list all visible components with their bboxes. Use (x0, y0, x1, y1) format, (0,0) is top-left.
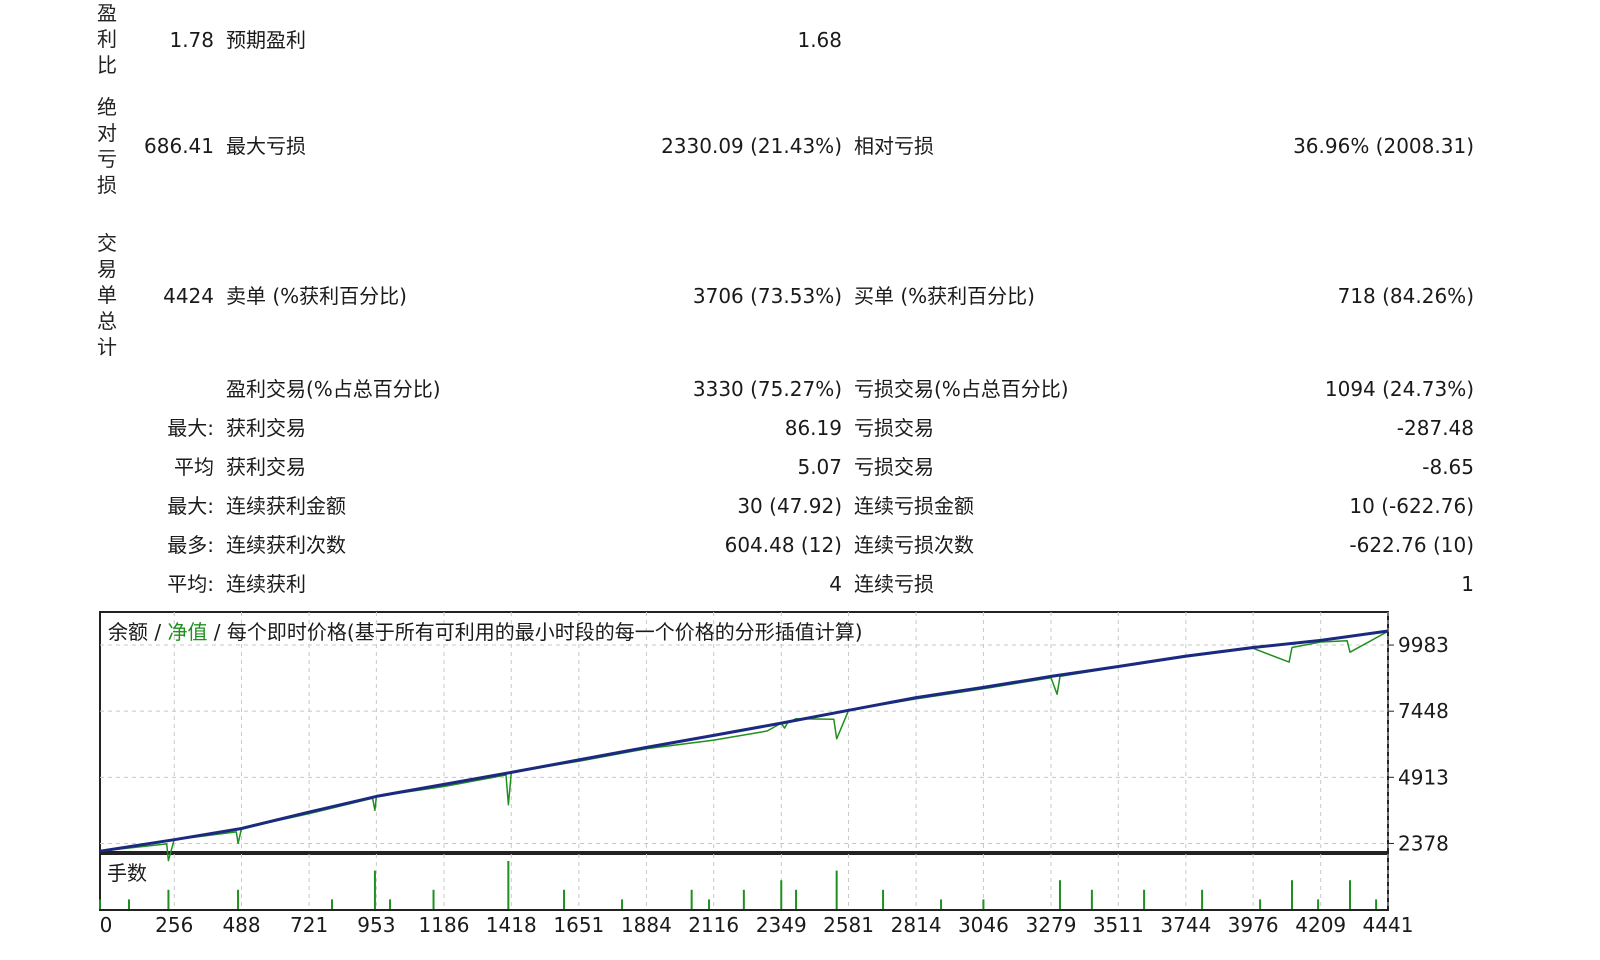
x-tick-label: 2814 (891, 913, 942, 937)
x-tick-label: 4209 (1295, 913, 1346, 937)
x-tick-label: 1651 (553, 913, 604, 937)
legend-separator: / (148, 620, 168, 644)
x-tick-label: 3046 (958, 913, 1009, 937)
x-tick-label: 3976 (1228, 913, 1279, 937)
x-tick-label: 4441 (1363, 913, 1414, 937)
y-tick-label: 7448 (1398, 699, 1449, 723)
y-tick-label: 2378 (1398, 831, 1449, 855)
x-tick-label: 488 (222, 913, 260, 937)
x-tick-label: 1418 (486, 913, 537, 937)
legend-description: 每个即时价格(基于所有可利用的最小时段的每一个价格的分形插值计算) (226, 620, 863, 644)
legend-separator: / (207, 620, 227, 644)
x-tick-label: 1884 (621, 913, 672, 937)
x-tick-label: 2349 (756, 913, 807, 937)
y-tick-label: 9983 (1398, 633, 1449, 657)
x-tick-label: 0 (100, 913, 113, 937)
legend-equity: 净值 (167, 620, 208, 644)
x-tick-label: 721 (290, 913, 328, 937)
balance-equity-chart: 0 256 488 721 953 1186 1418 1651 1884 2116 2349 258… (99, 611, 1449, 937)
y-tick-label: 4913 (1398, 765, 1449, 789)
x-tick-label: 2581 (823, 913, 874, 937)
x-tick-label: 2116 (688, 913, 739, 937)
volume-label: 手数 (107, 861, 147, 885)
x-tick-label: 256 (155, 913, 193, 937)
x-tick-label: 3744 (1160, 913, 1211, 937)
x-tick-label: 953 (357, 913, 395, 937)
chart-legend: 余额 / 净值 / 每个即时价格(基于所有可利用的最小时段的每一个价格的分形插值… (108, 616, 863, 645)
x-tick-label: 1186 (419, 913, 470, 937)
x-tick-label: 3279 (1026, 913, 1077, 937)
x-tick-label: 3511 (1093, 913, 1144, 937)
legend-balance: 余额 (108, 620, 148, 644)
